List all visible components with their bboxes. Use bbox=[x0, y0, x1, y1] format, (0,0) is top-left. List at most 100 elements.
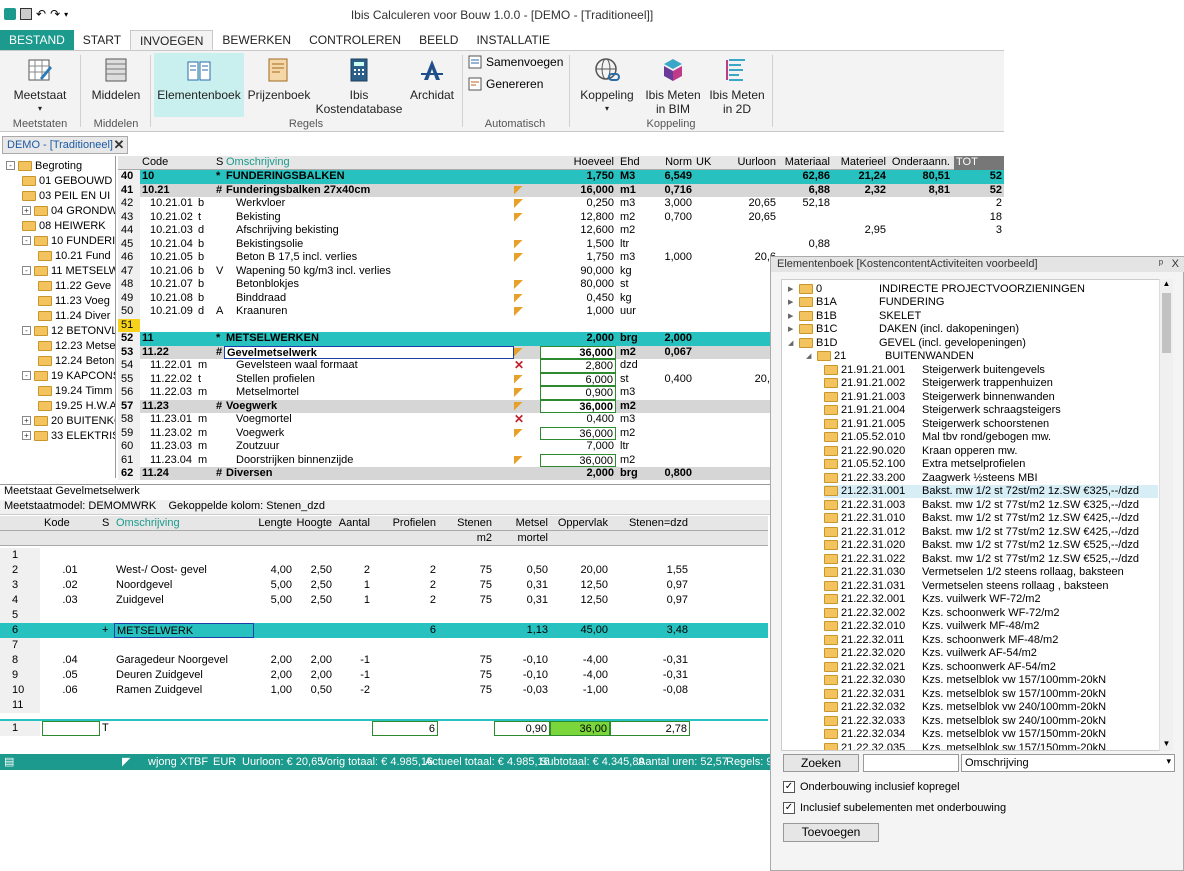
cell-c2[interactable]: b bbox=[196, 278, 210, 292]
element-tree-node[interactable]: 21.22.31.030 Vermetselen 1/2 steens rolla… bbox=[824, 566, 1158, 580]
element-tree-node[interactable]: 21.22.31.010 Bakst. mw 1/2 st 77st/m2 1z.… bbox=[824, 512, 1158, 526]
tab-bestand[interactable]: BESTAND bbox=[0, 30, 74, 50]
koppeling-button[interactable]: Koppeling ▾ bbox=[576, 53, 638, 117]
cell-me[interactable] bbox=[494, 548, 550, 563]
cell-hv[interactable]: 1,500 bbox=[538, 238, 616, 252]
cell-st[interactable] bbox=[438, 608, 494, 623]
expand-toggle-icon[interactable]: - bbox=[22, 236, 31, 245]
cell-uk[interactable] bbox=[694, 440, 724, 454]
cell-p[interactable] bbox=[372, 698, 438, 713]
cell-kode[interactable]: .01 bbox=[42, 563, 98, 578]
scroll-up-icon[interactable]: ▲ bbox=[1160, 279, 1173, 291]
cell-oms[interactable]: Beton B 17,5 incl. verlies bbox=[224, 251, 514, 265]
element-tree-node[interactable]: ◢ B1D GEVEL (incl. gevelopeningen) bbox=[788, 336, 1158, 350]
cell-c2[interactable]: m bbox=[196, 386, 210, 400]
tree-node[interactable]: +04 GRONDWE bbox=[22, 203, 115, 218]
cell-oms[interactable]: Garagedeur Noorgevel bbox=[114, 653, 254, 668]
cell-me[interactable]: -0,03 bbox=[494, 683, 550, 698]
column-header[interactable]: Norm bbox=[654, 156, 694, 170]
cell-s[interactable]: A bbox=[214, 305, 224, 319]
column-header[interactable]: Profielen bbox=[372, 516, 438, 531]
tab-beeld[interactable]: BEELD bbox=[410, 30, 467, 50]
cell-c2[interactable]: t bbox=[196, 373, 210, 387]
cell-l[interactable] bbox=[254, 623, 294, 638]
toevoegen-button[interactable]: Toevoegen bbox=[783, 823, 879, 842]
cell-oms[interactable]: Zuidgevel bbox=[114, 593, 254, 608]
cell-kode[interactable] bbox=[42, 623, 98, 638]
meetstaat-row[interactable]: 5 bbox=[0, 608, 768, 623]
cell-me[interactable]: 0,50 bbox=[494, 563, 550, 578]
cell-c2[interactable]: m bbox=[196, 440, 210, 454]
column-header[interactable]: Onderaann. bbox=[888, 156, 952, 170]
cell-code[interactable]: 11.24 bbox=[140, 467, 210, 480]
cell-ond[interactable] bbox=[888, 211, 952, 225]
cell-oms[interactable]: Ramen Zuidgevel bbox=[114, 683, 254, 698]
cell-s[interactable]: + bbox=[100, 623, 112, 638]
cell-hv[interactable]: 90,000 bbox=[538, 265, 616, 279]
expand-toggle-icon[interactable]: - bbox=[22, 326, 31, 335]
tab-bewerken[interactable]: BEWERKEN bbox=[213, 30, 300, 50]
cell-s[interactable]: # bbox=[214, 346, 224, 360]
cell-p[interactable] bbox=[372, 638, 438, 653]
tree-node[interactable]: 08 HEIWERK bbox=[22, 218, 106, 233]
element-tree-node[interactable]: ▶ B1A FUNDERING bbox=[788, 296, 1158, 310]
cell-l[interactable]: 1,00 bbox=[254, 683, 294, 698]
cell-kode[interactable]: .04 bbox=[42, 653, 98, 668]
meetstaat-row[interactable]: 11 bbox=[0, 698, 768, 713]
cell-norm[interactable] bbox=[654, 454, 694, 468]
cell-mat[interactable] bbox=[778, 211, 832, 225]
element-tree-node[interactable]: 21.22.32.031 Kzs. metselblok sw 157/100mm… bbox=[824, 687, 1158, 701]
cell-oms[interactable]: Afschrijving bekisting bbox=[224, 224, 514, 238]
cell-oms[interactable]: Deuren Zuidgevel bbox=[114, 668, 254, 683]
cell-ond[interactable] bbox=[888, 224, 952, 238]
cell-me[interactable]: -0,10 bbox=[494, 653, 550, 668]
cell-me[interactable] bbox=[494, 638, 550, 653]
cell-c2[interactable]: m bbox=[196, 413, 210, 427]
cell-h[interactable] bbox=[294, 698, 334, 713]
cell-me[interactable] bbox=[494, 698, 550, 713]
tree-node[interactable]: 12.23 Metse bbox=[38, 338, 115, 353]
cell-p[interactable]: 2 bbox=[372, 593, 438, 608]
element-tree-node[interactable]: 21.22.32.020 Kzs. vuilwerk AF-54/m2 bbox=[824, 647, 1158, 661]
cell-p[interactable]: 2 bbox=[372, 563, 438, 578]
cell-s[interactable] bbox=[214, 413, 224, 427]
genereren-button[interactable]: Genereren bbox=[468, 77, 543, 91]
cell-st[interactable] bbox=[438, 698, 494, 713]
cell-s[interactable] bbox=[214, 278, 224, 292]
cell-c2[interactable]: d bbox=[196, 305, 210, 319]
cell-ehd[interactable]: m2 bbox=[618, 211, 654, 225]
expand-toggle-icon[interactable]: + bbox=[22, 431, 31, 440]
column-header[interactable]: Omschrijving bbox=[114, 516, 254, 531]
cell-me[interactable]: 0,31 bbox=[494, 593, 550, 608]
cell-matl[interactable] bbox=[832, 197, 888, 211]
cell-sd[interactable] bbox=[610, 698, 690, 713]
expand-toggle-icon[interactable]: + bbox=[22, 206, 31, 215]
cell-st[interactable]: 75 bbox=[438, 563, 494, 578]
cell-uur[interactable] bbox=[724, 238, 778, 252]
cell-code[interactable]: 11.22 bbox=[140, 346, 210, 360]
cell-hv[interactable] bbox=[538, 319, 616, 333]
cell-p[interactable] bbox=[372, 683, 438, 698]
cell-me[interactable]: 1,13 bbox=[494, 623, 550, 638]
cell-st[interactable]: 75 bbox=[438, 593, 494, 608]
cell-l[interactable] bbox=[254, 698, 294, 713]
cell-oms[interactable]: West-/ Oost- gevel bbox=[114, 563, 254, 578]
element-tree-node[interactable]: 21.22.31.001 Bakst. mw 1/2 st 72st/m2 1z.… bbox=[824, 484, 1158, 498]
meetstaat-row[interactable]: 2.01 West-/ Oost- gevel 4,00 2,50 2 2 75 0,50 20… bbox=[0, 563, 768, 578]
cell-code[interactable]: 10.21 bbox=[140, 184, 210, 198]
cell-oms[interactable]: Gevelsteen waal formaat bbox=[224, 359, 514, 373]
cell-op[interactable]: 12,50 bbox=[550, 593, 610, 608]
expand-arrow-icon[interactable]: ◢ bbox=[806, 352, 814, 360]
meetstaat-row[interactable]: 10.06 Ramen Zuidgevel 1,00 0,50 -2 75 -0,03 -1,… bbox=[0, 683, 768, 698]
cell-c2[interactable]: m bbox=[196, 427, 210, 441]
expand-arrow-icon[interactable]: ▶ bbox=[788, 312, 796, 320]
table-row[interactable]: 44 10.21.03 d Afschrijving bekisting 12,600 m… bbox=[118, 224, 1004, 238]
table-row[interactable]: 42 10.21.01 b Werkvloer 0,250 m3 3,000 20,65 52,… bbox=[118, 197, 1004, 211]
cell-hv[interactable]: 1,750 bbox=[538, 251, 616, 265]
cell-uk[interactable] bbox=[694, 454, 724, 468]
element-tree-node[interactable]: ▶ B1C DAKEN (incl. dakopeningen) bbox=[788, 323, 1158, 337]
cell-ond[interactable]: 8,81 bbox=[888, 184, 952, 198]
expand-arrow-icon[interactable]: ▶ bbox=[788, 285, 796, 293]
cell-s[interactable] bbox=[100, 653, 112, 668]
cell-hv[interactable]: 2,000 bbox=[538, 332, 616, 346]
